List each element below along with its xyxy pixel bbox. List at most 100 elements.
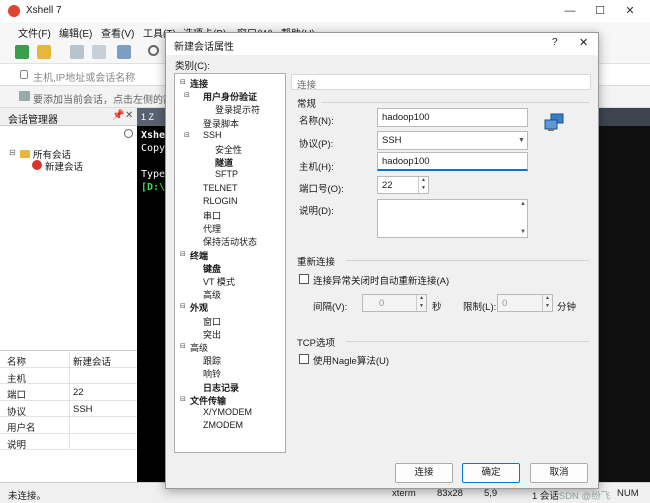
category-item[interactable]: 隧道 [215,156,233,169]
interval-stepper[interactable]: 0 ▲ ▼ [362,294,427,312]
seconds-unit: 秒 [432,302,442,313]
host-input[interactable]: hadoop100 [377,152,528,171]
ok-button[interactable]: 确定 [462,463,520,483]
category-item[interactable]: 日志记录 [203,381,239,394]
connect-button[interactable]: 连接 [395,463,453,483]
protocol-value: SSH [382,135,402,146]
limit-spin[interactable]: ▲ ▼ [542,295,552,311]
name-input[interactable]: hadoop100 [377,108,528,127]
category-item[interactable]: 保持活动状态 [203,235,257,248]
port-spin[interactable]: ▲ ▼ [418,177,428,193]
tree-expand-icon[interactable]: ⊟ [184,91,190,99]
session-search[interactable] [0,126,137,144]
category-item[interactable]: 连接 [190,77,208,90]
category-item[interactable]: 跟踪 [203,354,221,367]
pin-icon[interactable]: 📌 [112,110,124,121]
status-watermark: CSDN @纷飞 [552,491,611,502]
terminal-line: Type [141,169,166,180]
disconnect-icon[interactable] [92,45,106,59]
search-icon[interactable] [124,129,133,138]
tree-expand-icon[interactable]: ⊟ [180,395,186,403]
session-manager-title: 会话管理器 [8,115,58,126]
section-header-text: 连接 [297,80,317,91]
protocol-select[interactable]: SSH ▼ [377,131,528,150]
tab-session-1[interactable]: 1 Z [137,108,167,126]
dialog-close-button[interactable]: ✕ [579,36,588,49]
app-titlebar: Xshell 7 — ☐ ✕ [0,0,650,22]
category-item[interactable]: 高级 [203,288,221,301]
network-computer-icon [544,113,564,131]
bookmark-icon[interactable] [19,91,30,101]
interval-value: 0 [379,298,385,309]
properties-icon[interactable] [117,45,131,59]
session-manager-header: 会话管理器 📌 ✕ [0,108,137,126]
status-num: NUM [617,488,639,499]
category-item[interactable]: 窗口 [203,315,221,328]
divider [321,102,589,103]
category-item[interactable]: RLOGIN [203,196,238,206]
prop-value: 新建会话 [73,357,112,368]
chevron-down-icon[interactable]: ▼ [518,137,525,144]
prop-row: 用户名 [0,417,137,434]
category-item[interactable]: 文件传输 [190,394,226,407]
category-item[interactable]: 用户身份验证 [203,90,257,103]
dialog-title: 新建会话属性 [174,42,234,53]
category-item[interactable]: ZMODEM [203,420,243,430]
category-item[interactable]: 高级 [190,341,208,354]
menu-file[interactable]: 文件(F) [18,25,51,40]
category-item[interactable]: 安全性 [215,143,242,156]
prop-key: 用户名 [7,423,36,434]
maximize-icon[interactable]: ☐ [592,3,608,19]
menu-view[interactable]: 查看(V) [101,25,134,40]
description-textarea[interactable] [377,199,528,238]
open-folder-icon[interactable] [37,45,51,59]
prop-row: 名称 新建会话 [0,351,137,368]
nagle-checkbox[interactable] [299,354,309,364]
tree-expand-icon[interactable]: ⊟ [180,342,186,350]
interval-spin[interactable]: ▲ ▼ [416,295,426,311]
tree-expand-icon[interactable]: ⊟ [180,78,186,86]
limit-stepper[interactable]: 0 ▲ ▼ [497,294,553,312]
connect-icon[interactable] [70,45,84,59]
window-close-icon[interactable]: ✕ [622,3,638,19]
tree-expand-icon[interactable]: ⊟ [184,131,190,139]
category-item[interactable]: TELNET [203,183,238,193]
category-item[interactable]: 终端 [190,249,208,262]
category-item[interactable]: 代理 [203,222,221,235]
new-session-icon[interactable] [15,45,29,59]
category-item[interactable]: X/YMODEM [203,407,252,417]
auto-reconnect-label: 连接异常关闭时自动重新连接(A) [313,276,450,287]
tree-expand-icon[interactable]: ⊟ [180,302,186,310]
menu-edit[interactable]: 编辑(E) [59,25,92,40]
tree-new-session[interactable]: 新建会话 [45,159,83,173]
prop-row: 说明 [0,433,137,451]
category-item[interactable]: 突出 [203,328,221,341]
category-item[interactable]: 登录提示符 [215,103,260,116]
scroll-up-icon[interactable]: ▲ [520,201,526,207]
panel-close-icon[interactable]: ✕ [125,110,133,121]
divider [346,341,589,342]
category-item[interactable]: SFTP [215,169,238,179]
minimize-icon[interactable]: — [562,3,578,19]
help-button[interactable]: ? [552,37,558,48]
category-item[interactable]: SSH [203,130,222,140]
port-label: 端口号(O): [299,184,344,195]
category-item[interactable]: 键盘 [203,262,221,275]
name-label: 名称(N): [299,116,334,127]
session-properties: 名称 新建会话 主机 端口 22 协议 SSH 用户名 说明 [0,350,137,482]
cancel-button[interactable]: 取消 [530,463,588,483]
category-item[interactable]: VT 模式 [203,275,235,288]
collapse-icon[interactable]: ⊟ [9,148,16,157]
category-item[interactable]: 响铃 [203,367,221,380]
find-icon[interactable] [148,45,159,56]
category-item[interactable]: 登录脚本 [203,117,239,130]
auto-reconnect-checkbox[interactable] [299,274,309,284]
prop-row: 端口 22 [0,384,137,401]
terminal-line: Xshe [141,130,166,141]
category-item[interactable]: 外观 [190,301,208,314]
port-stepper[interactable]: 22 ▲ ▼ [377,176,429,194]
address-input[interactable]: 主机,IP地址或会话名称 [33,69,135,84]
tree-expand-icon[interactable]: ⊟ [180,250,186,258]
scroll-down-icon[interactable]: ▼ [520,229,526,235]
category-item[interactable]: 串口 [203,209,221,222]
